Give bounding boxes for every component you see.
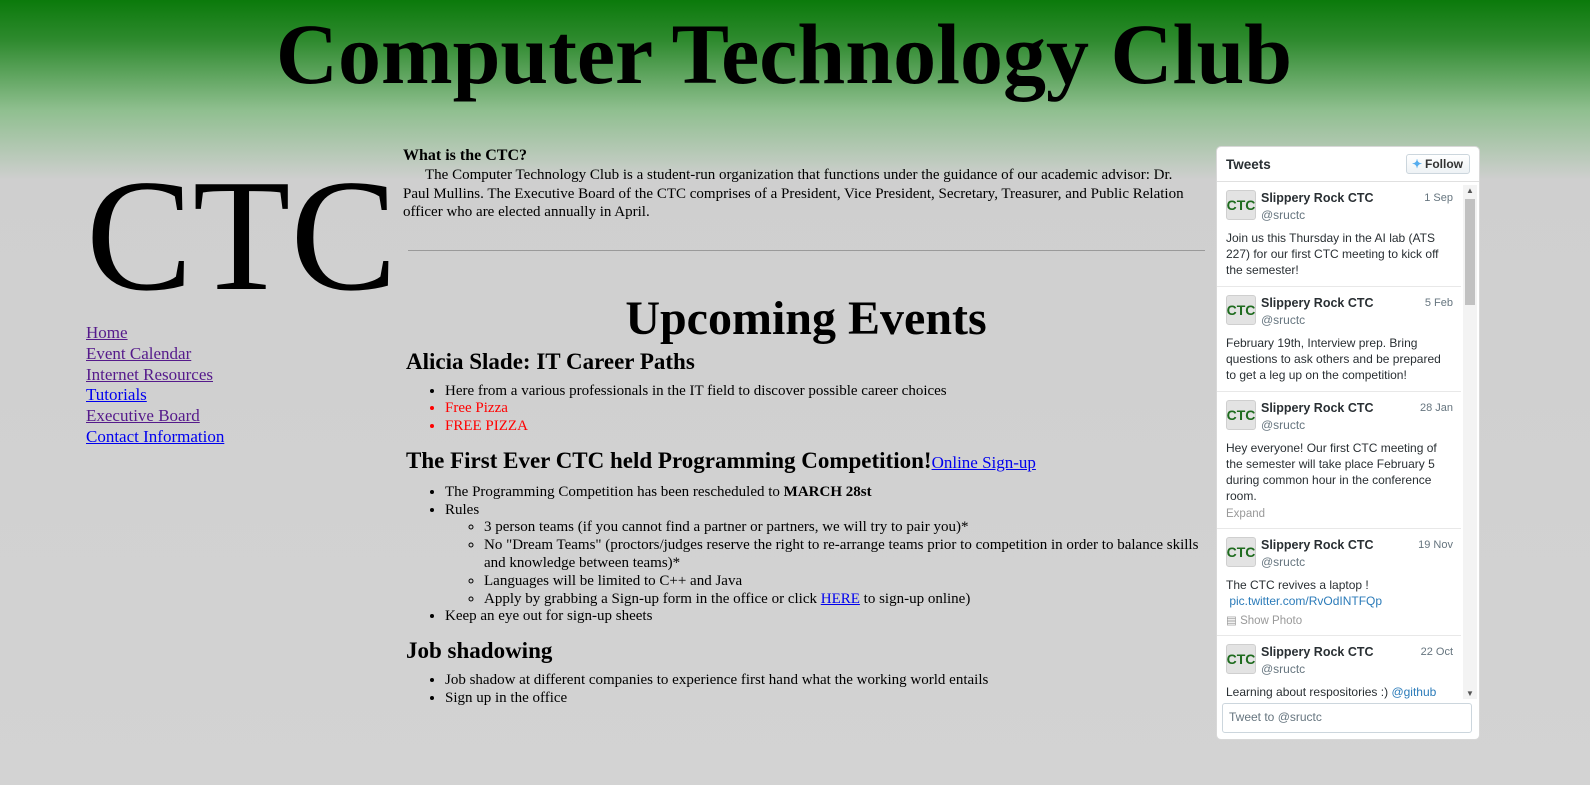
tweet[interactable]: CTC Slippery Rock CTC @sructc 1 Sep Join… bbox=[1217, 182, 1461, 287]
rule-item: No "Dream Teams" (proctors/judges reserv… bbox=[484, 537, 1206, 573]
ctc-logo: CTC bbox=[86, 146, 398, 324]
list-item: Here from a various professionals in the… bbox=[445, 383, 1206, 401]
rule-item: Languages will be limited to C++ and Jav… bbox=[484, 573, 1206, 591]
follow-label: Follow bbox=[1425, 157, 1463, 171]
rule-item: 3 person teams (if you cannot find a par… bbox=[484, 519, 1206, 537]
list-item: Sign up in the office bbox=[445, 690, 1206, 708]
reschedule-date: MARCH 28st bbox=[783, 483, 872, 500]
tweet-photo-link[interactable]: pic.twitter.com/RvOdINTFQp bbox=[1229, 594, 1382, 608]
list-item: Keep an eye out for sign-up sheets bbox=[445, 608, 1206, 626]
event-title: Alicia Slade: IT Career Paths bbox=[406, 348, 695, 374]
expand-link[interactable]: Expand bbox=[1226, 508, 1453, 520]
tweet-author-handle[interactable]: @sructc bbox=[1261, 417, 1453, 434]
event-list: The Programming Competition has been res… bbox=[406, 484, 1206, 626]
here-signup-link[interactable]: HERE bbox=[821, 591, 860, 607]
show-photo-label: Show Photo bbox=[1240, 615, 1303, 627]
side-nav: Home Event Calendar Internet Resources T… bbox=[86, 323, 224, 448]
tweet-date[interactable]: 19 Nov bbox=[1418, 539, 1453, 551]
event-title: The First Ever CTC held Programming Comp… bbox=[406, 446, 1206, 478]
tweet-author-handle[interactable]: @sructc bbox=[1261, 661, 1453, 678]
twitter-widget: Tweets ✦ Follow CTC Slippery Rock CTC @sr… bbox=[1216, 146, 1480, 740]
follow-button[interactable]: ✦ Follow bbox=[1405, 154, 1470, 174]
tweet-author-handle[interactable]: @sructc bbox=[1261, 207, 1453, 224]
nav-contact-information-link[interactable]: Contact Information bbox=[86, 427, 224, 448]
scroll-down-icon[interactable]: ▼ bbox=[1466, 689, 1474, 698]
online-signup-link[interactable]: Online Sign-up bbox=[932, 453, 1036, 472]
main-content: What is the CTC? The Computer Technology… bbox=[403, 146, 1206, 718]
nav-home-link[interactable]: Home bbox=[86, 323, 224, 344]
event-title: Job shadowing bbox=[406, 638, 553, 664]
tweet-text: The CTC revives a laptop ! pic.twitter.c… bbox=[1226, 577, 1453, 609]
tweet-author-handle[interactable]: @sructc bbox=[1261, 312, 1453, 329]
github-mention-link[interactable]: @github bbox=[1391, 685, 1436, 699]
tweet[interactable]: CTC Slippery Rock CTC @sructc 22 Oct Lea… bbox=[1217, 636, 1461, 702]
about-text: The Computer Technology Club is a studen… bbox=[403, 167, 1184, 220]
photo-icon: ▤ bbox=[1226, 615, 1237, 627]
tweet-text: Hey everyone! Our first CTC meeting of t… bbox=[1226, 441, 1437, 503]
event-list: Job shadow at different companies to exp… bbox=[406, 672, 1206, 708]
tweet-text: Join us this Thursday in the AI lab (ATS… bbox=[1226, 231, 1439, 277]
nav-executive-board-link[interactable]: Executive Board bbox=[86, 406, 224, 427]
nav-tutorials-link[interactable]: Tutorials bbox=[86, 385, 224, 406]
tweet-author-handle[interactable]: @sructc bbox=[1261, 554, 1453, 571]
twitter-header: Tweets ✦ Follow bbox=[1217, 147, 1479, 182]
rule-item: Apply by grabbing a Sign-up form in the … bbox=[484, 591, 1206, 609]
event-title-text: The First Ever CTC held Programming Comp… bbox=[406, 447, 932, 473]
tweet-feed: CTC Slippery Rock CTC @sructc 1 Sep Join… bbox=[1217, 182, 1461, 702]
tweet-date[interactable]: 22 Oct bbox=[1421, 646, 1453, 658]
tweet-date[interactable]: 28 Jan bbox=[1420, 402, 1453, 414]
upcoming-events-heading: Upcoming Events bbox=[625, 291, 987, 345]
list-item: FREE PIZZA bbox=[445, 418, 1206, 436]
avatar[interactable]: CTC bbox=[1226, 190, 1256, 220]
scrollbar-thumb[interactable] bbox=[1465, 199, 1475, 305]
list-item: Job shadow at different companies to exp… bbox=[445, 672, 1206, 690]
reschedule-text: The Programming Competition has been res… bbox=[445, 483, 784, 500]
tweet-date[interactable]: 1 Sep bbox=[1424, 192, 1453, 204]
list-item: Rules 3 person teams (if you cannot find… bbox=[445, 502, 1206, 609]
divider bbox=[407, 249, 1205, 251]
tweet[interactable]: CTC Slippery Rock CTC @sructc 28 Jan Hey… bbox=[1217, 392, 1461, 529]
tweet-compose-input[interactable]: Tweet to @sructc bbox=[1222, 703, 1472, 733]
apply-prefix: Apply by grabbing a Sign-up form in the … bbox=[484, 590, 821, 607]
scroll-up-icon[interactable]: ▲ bbox=[1466, 186, 1474, 195]
list-item: The Programming Competition has been res… bbox=[445, 484, 1206, 502]
tweet-text-body: Learning about respositories :) bbox=[1226, 685, 1392, 699]
about-title: What is the CTC? bbox=[403, 147, 528, 164]
apply-suffix: to sign-up online) bbox=[859, 590, 971, 607]
list-item: Free Pizza bbox=[445, 400, 1206, 418]
twitter-bird-icon: ✦ bbox=[1411, 157, 1422, 171]
tweet-text: February 19th, Interview prep. Bring que… bbox=[1226, 336, 1441, 382]
rules-label: Rules bbox=[445, 501, 480, 518]
tweet-date[interactable]: 5 Feb bbox=[1425, 297, 1453, 309]
nav-internet-resources-link[interactable]: Internet Resources bbox=[86, 365, 224, 386]
tweet-text-body: The CTC revives a laptop ! bbox=[1226, 578, 1369, 592]
tweet[interactable]: CTC Slippery Rock CTC @sructc 5 Feb Febr… bbox=[1217, 287, 1461, 392]
avatar[interactable]: CTC bbox=[1226, 400, 1256, 430]
tweet-feed-scrollbar[interactable]: ▲ ▼ bbox=[1463, 185, 1477, 699]
nav-event-calendar-link[interactable]: Event Calendar bbox=[86, 344, 224, 365]
site-title: Computer Technology Club bbox=[275, 6, 1293, 102]
tweet-text: Learning about respositories :) @github bbox=[1226, 684, 1453, 700]
rules-list: 3 person teams (if you cannot find a par… bbox=[445, 519, 1206, 608]
tweet[interactable]: CTC Slippery Rock CTC @sructc 19 Nov The… bbox=[1217, 529, 1461, 636]
avatar[interactable]: CTC bbox=[1226, 295, 1256, 325]
twitter-title: Tweets bbox=[1226, 157, 1271, 172]
show-photo-link[interactable]: ▤ Show Photo bbox=[1226, 613, 1453, 627]
event-list: Here from a various professionals in the… bbox=[406, 383, 1206, 436]
avatar[interactable]: CTC bbox=[1226, 537, 1256, 567]
avatar[interactable]: CTC bbox=[1226, 644, 1256, 674]
